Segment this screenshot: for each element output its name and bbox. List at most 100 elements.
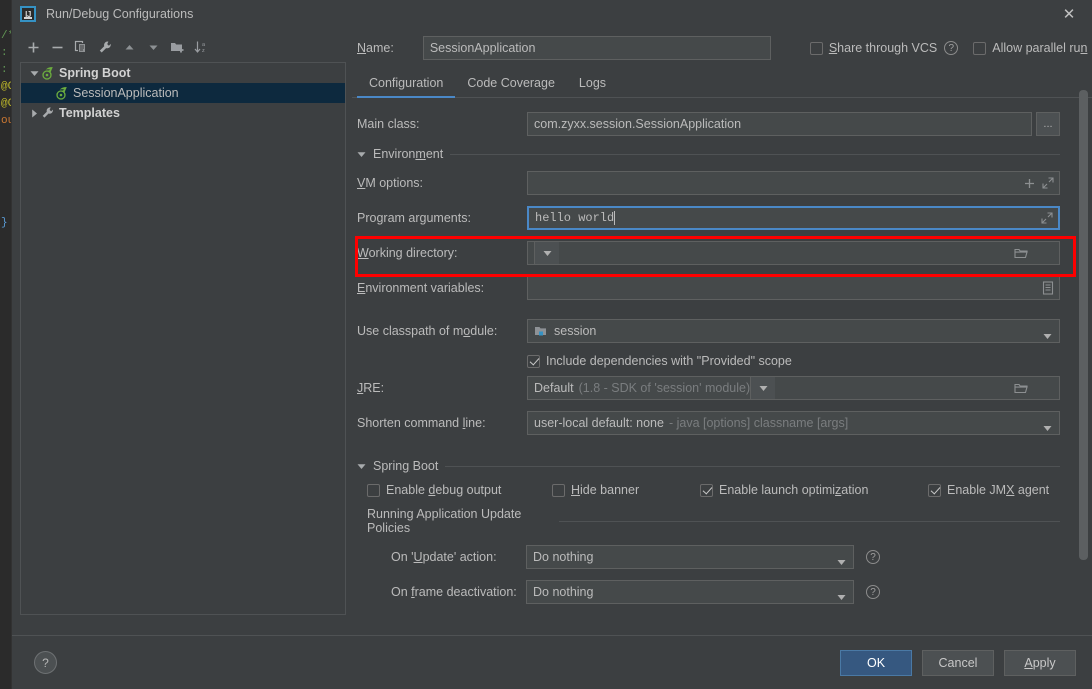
on-update-action-dropdown[interactable]: Do nothing [526, 545, 854, 569]
include-provided-checkbox[interactable]: Include dependencies with "Provided" sco… [527, 354, 792, 368]
environment-section-header[interactable]: Environment [357, 147, 1060, 161]
configurations-tree[interactable]: Spring Boot SessionApplication Templates [20, 62, 346, 615]
include-provided-label: Include dependencies with "Provided" sco… [546, 354, 792, 368]
enable-jmx-agent-checkbox[interactable]: Enable JMX agent [928, 483, 1049, 497]
jre-value: Default [534, 381, 574, 395]
jre-dropdown-button[interactable] [750, 377, 776, 399]
tree-item-sessionapplication[interactable]: SessionApplication [21, 83, 345, 103]
tree-item-templates[interactable]: Templates [21, 103, 345, 123]
dialog-title: Run/Debug Configurations [46, 7, 194, 21]
scrollbar-thumb[interactable] [1079, 90, 1088, 560]
arrow-down-icon[interactable] [142, 36, 164, 58]
help-icon[interactable]: ? [866, 550, 880, 564]
sort-az-icon[interactable]: a z [190, 36, 212, 58]
allow-parallel-run-checkbox[interactable]: Allow parallel run [973, 41, 1087, 55]
remove-configuration-button[interactable] [46, 36, 68, 58]
tree-item-spring-boot[interactable]: Spring Boot [21, 63, 345, 83]
section-divider [445, 465, 1060, 467]
chevron-down-icon[interactable] [357, 150, 366, 159]
allow-parallel-run-label: Allow parallel run [992, 41, 1088, 55]
tree-item-label: Templates [59, 106, 120, 120]
working-directory-input[interactable] [527, 241, 1060, 265]
plus-icon[interactable] [1024, 178, 1035, 189]
spring-boot-icon [55, 86, 72, 100]
section-divider [559, 520, 1060, 522]
jre-icons [1014, 377, 1028, 399]
spring-boot-icon [41, 66, 58, 80]
text-caret [614, 211, 616, 225]
run-debug-configurations-dialog: IJ Run/Debug Configurations ✕ a z Spring… [11, 0, 1092, 689]
checkbox-box [700, 483, 713, 497]
checkbox-box [527, 354, 540, 368]
chevron-right-icon[interactable] [27, 109, 41, 118]
working-directory-dropdown-button[interactable] [534, 242, 559, 264]
form-scrollbar[interactable] [1079, 68, 1088, 628]
help-icon[interactable]: ? [944, 41, 959, 55]
expand-icon[interactable] [1042, 177, 1054, 189]
enable-debug-output-checkbox[interactable]: Enable debug output [367, 483, 552, 497]
program-arguments-icons [1041, 208, 1053, 228]
tab-configuration[interactable]: Configuration [357, 76, 456, 98]
working-directory-icons [1014, 242, 1028, 264]
chevron-down-icon[interactable] [357, 462, 366, 471]
on-update-action-label: On 'Update' action: [391, 550, 497, 564]
spring-boot-options-row: Enable debug output Hide banner Enable l… [367, 483, 1060, 497]
shorten-command-line-dropdown[interactable]: user-local default: none - java [options… [527, 411, 1060, 435]
apply-button[interactable]: Apply [1004, 649, 1076, 676]
main-class-input[interactable]: com.zyxx.session.SessionApplication [527, 112, 1032, 136]
tree-item-label: Spring Boot [59, 66, 131, 80]
folder-icon[interactable] [1014, 382, 1028, 395]
hide-banner-checkbox[interactable]: Hide banner [552, 483, 700, 497]
wrench-icon[interactable] [94, 36, 116, 58]
ok-button[interactable]: OK [840, 649, 912, 676]
spring-boot-section-header[interactable]: Spring Boot [357, 459, 1060, 473]
program-arguments-label: Program arguments: [357, 211, 471, 225]
chevron-down-icon[interactable] [1043, 329, 1052, 343]
arrow-up-icon[interactable] [118, 36, 140, 58]
folder-add-icon[interactable] [166, 36, 188, 58]
chevron-down-icon[interactable] [837, 555, 846, 569]
cancel-button[interactable]: Cancel [922, 649, 994, 676]
jre-input[interactable]: Default (1.8 - SDK of 'session' module) [527, 376, 1060, 400]
spring-boot-section-label: Spring Boot [373, 459, 439, 473]
wrench-icon [41, 106, 58, 120]
help-button[interactable]: ? [34, 651, 57, 674]
name-row: Name: Share through VCS ? Allow parallel… [352, 28, 1092, 68]
checkbox-box [928, 483, 941, 497]
working-directory-label: Working directory: [357, 246, 458, 260]
chevron-down-icon[interactable] [27, 69, 41, 78]
name-label: Name: [357, 41, 394, 55]
tree-item-label: SessionApplication [73, 86, 179, 100]
module-icon [534, 325, 548, 338]
tab-code-coverage[interactable]: Code Coverage [455, 76, 567, 97]
classpath-module-dropdown[interactable]: session [527, 319, 1060, 343]
copy-configuration-button[interactable] [70, 36, 92, 58]
tab-logs[interactable]: Logs [567, 76, 618, 97]
program-arguments-input[interactable]: hello world [527, 206, 1060, 230]
name-input[interactable] [422, 36, 771, 60]
enable-launch-optimization-checkbox[interactable]: Enable launch optimization [700, 483, 928, 497]
vm-options-icons [1024, 172, 1054, 194]
help-icon[interactable]: ? [866, 585, 880, 599]
share-through-vcs-checkbox[interactable]: Share through VCS [809, 41, 938, 55]
environment-variables-input[interactable] [527, 276, 1060, 300]
main-class-value: com.zyxx.session.SessionApplication [534, 117, 742, 131]
environment-variables-label: Environment variables: [357, 281, 485, 295]
on-frame-deactivation-dropdown[interactable]: Do nothing [526, 580, 854, 604]
add-configuration-button[interactable] [22, 36, 44, 58]
chevron-down-icon[interactable] [1043, 421, 1052, 435]
list-icon[interactable] [1042, 281, 1054, 295]
expand-icon[interactable] [1041, 212, 1053, 224]
share-vcs-label: Share through VCS [828, 41, 938, 55]
checkbox-box [973, 41, 987, 55]
chevron-down-icon[interactable] [837, 590, 846, 604]
browse-main-class-button[interactable]: ... [1036, 112, 1060, 136]
shorten-command-line-label: Shorten command line: [357, 416, 486, 430]
dialog-body: a z Spring Boot SessionApplication Templ… [12, 28, 1092, 635]
vm-options-input[interactable] [527, 171, 1060, 195]
close-icon[interactable]: ✕ [1046, 0, 1092, 28]
program-arguments-row: Program arguments: hello world [357, 206, 1060, 230]
enable-jmx-agent-label: Enable JMX agent [947, 483, 1050, 497]
configuration-form: Main class: com.zyxx.session.SessionAppl… [352, 98, 1092, 635]
folder-icon[interactable] [1014, 247, 1028, 260]
